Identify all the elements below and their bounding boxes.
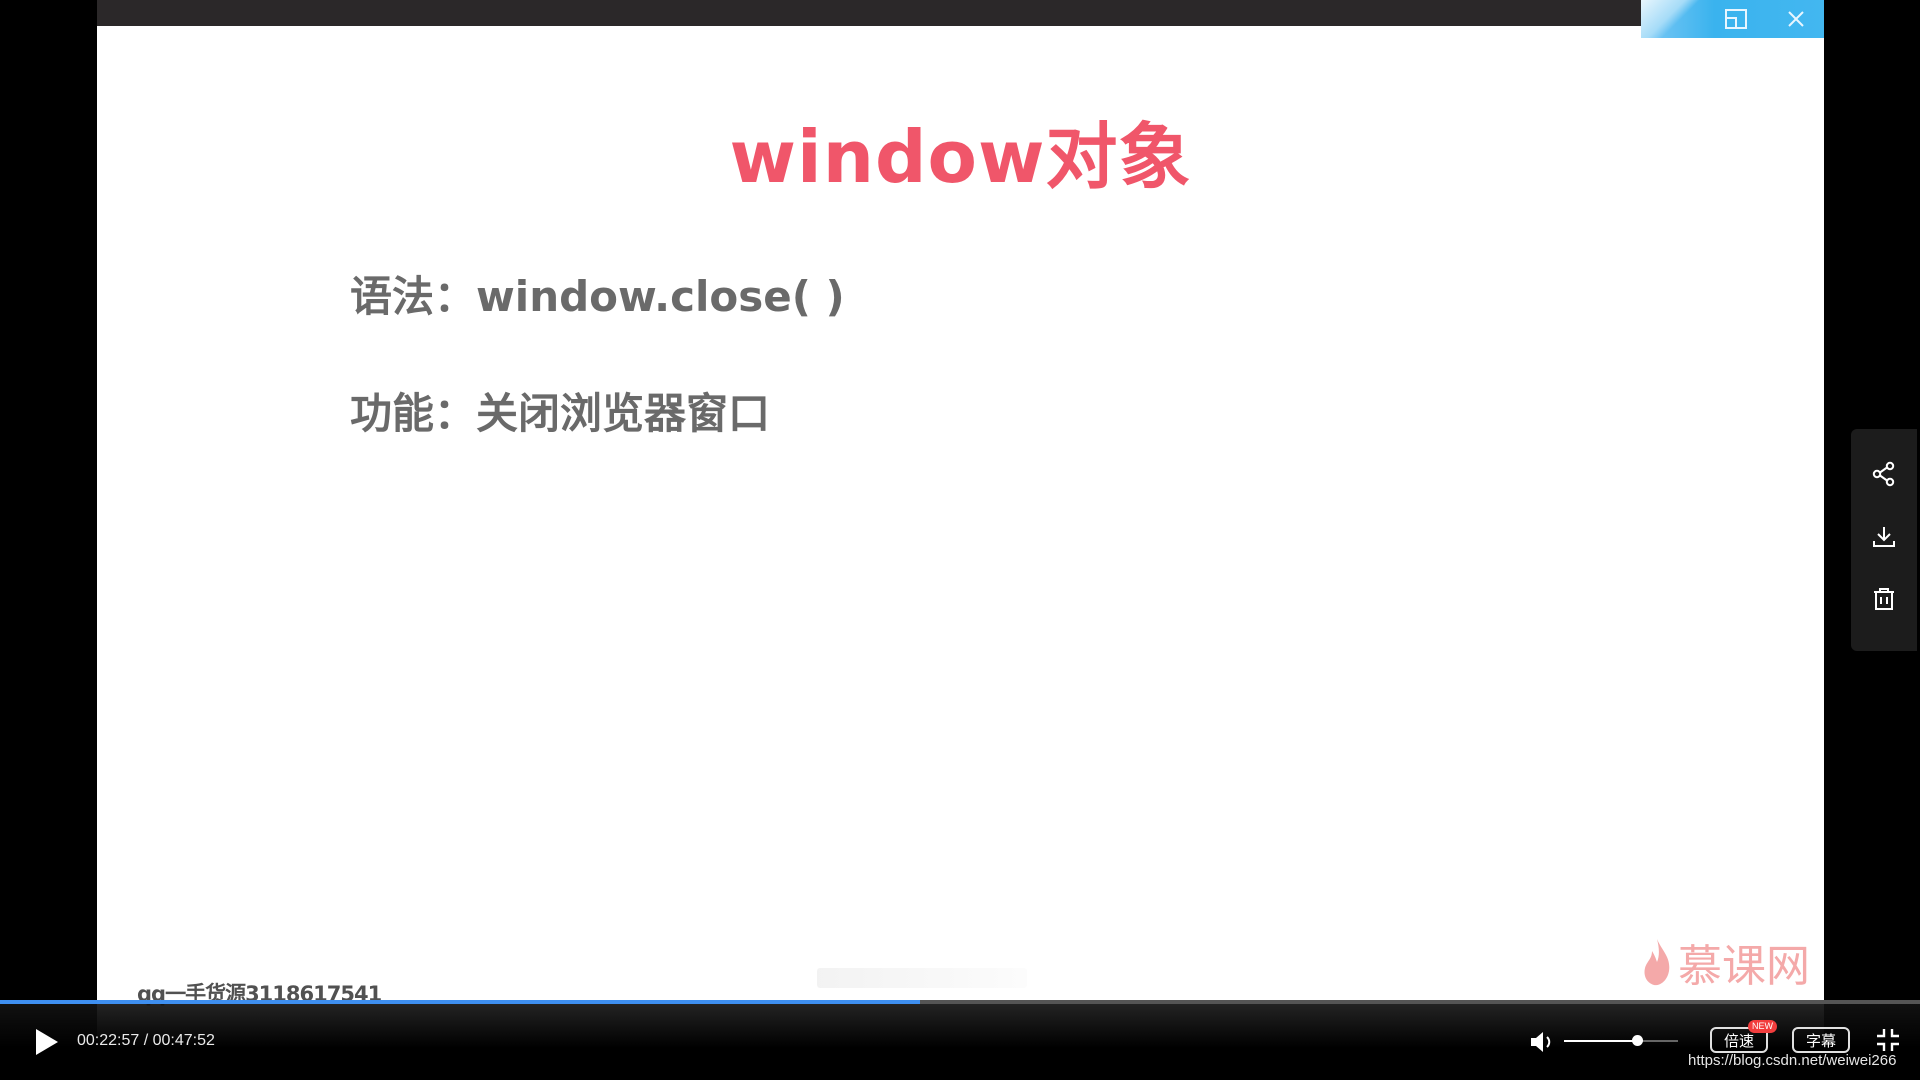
slide-function-line: 功能：关闭浏览器窗口: [350, 389, 771, 438]
video-top-bar: [97, 0, 1824, 26]
share-icon[interactable]: [1868, 458, 1900, 490]
slide-syntax-line: 语法：window.close( ): [350, 272, 845, 321]
logo-text: 慕课网: [1678, 941, 1810, 992]
skin-decoration-icon: [1641, 0, 1701, 38]
exit-fullscreen-icon: [1877, 1029, 1899, 1051]
time-separator: /: [139, 1032, 153, 1049]
volume-slider[interactable]: [1564, 1035, 1678, 1046]
restore-icon[interactable]: [1723, 6, 1749, 32]
volume-icon: [1531, 1032, 1551, 1052]
progress-bar[interactable]: [0, 1000, 1920, 1004]
new-badge: NEW: [1748, 1020, 1777, 1033]
exit-fullscreen-button[interactable]: [1874, 1026, 1902, 1054]
subtitle-button[interactable]: 字幕: [1792, 1027, 1850, 1053]
source-url-caption: https://blog.csdn.net/weiwei266: [1688, 1052, 1897, 1069]
faded-subtitle: [817, 968, 1027, 988]
slide-title: window对象: [729, 115, 1192, 199]
window-controls: [1641, 0, 1824, 38]
video-frame[interactable]: window对象 语法：window.close( ) 功能：关闭浏览器窗口 慕…: [97, 0, 1824, 1080]
close-icon[interactable]: [1783, 6, 1809, 32]
download-icon[interactable]: [1868, 521, 1900, 553]
time-display: 00:22:57 / 00:47:52: [77, 1032, 215, 1050]
player-controls: 00:22:57 / 00:47:52 倍速 NEW 字幕: [0, 1000, 1920, 1080]
volume-button[interactable]: [1527, 1027, 1557, 1057]
total-time: 00:47:52: [152, 1032, 215, 1049]
volume-knob[interactable]: [1631, 1035, 1643, 1046]
current-time: 00:22:57: [77, 1032, 140, 1049]
imooc-logo: 慕课网: [1642, 930, 1810, 994]
volume-fill: [1564, 1040, 1637, 1042]
flame-icon: [1644, 939, 1670, 986]
play-button[interactable]: [30, 1026, 62, 1058]
progress-fill: [0, 1000, 920, 1004]
play-icon: [36, 1029, 58, 1055]
delete-icon[interactable]: [1868, 583, 1900, 615]
side-panel: [1851, 429, 1917, 651]
